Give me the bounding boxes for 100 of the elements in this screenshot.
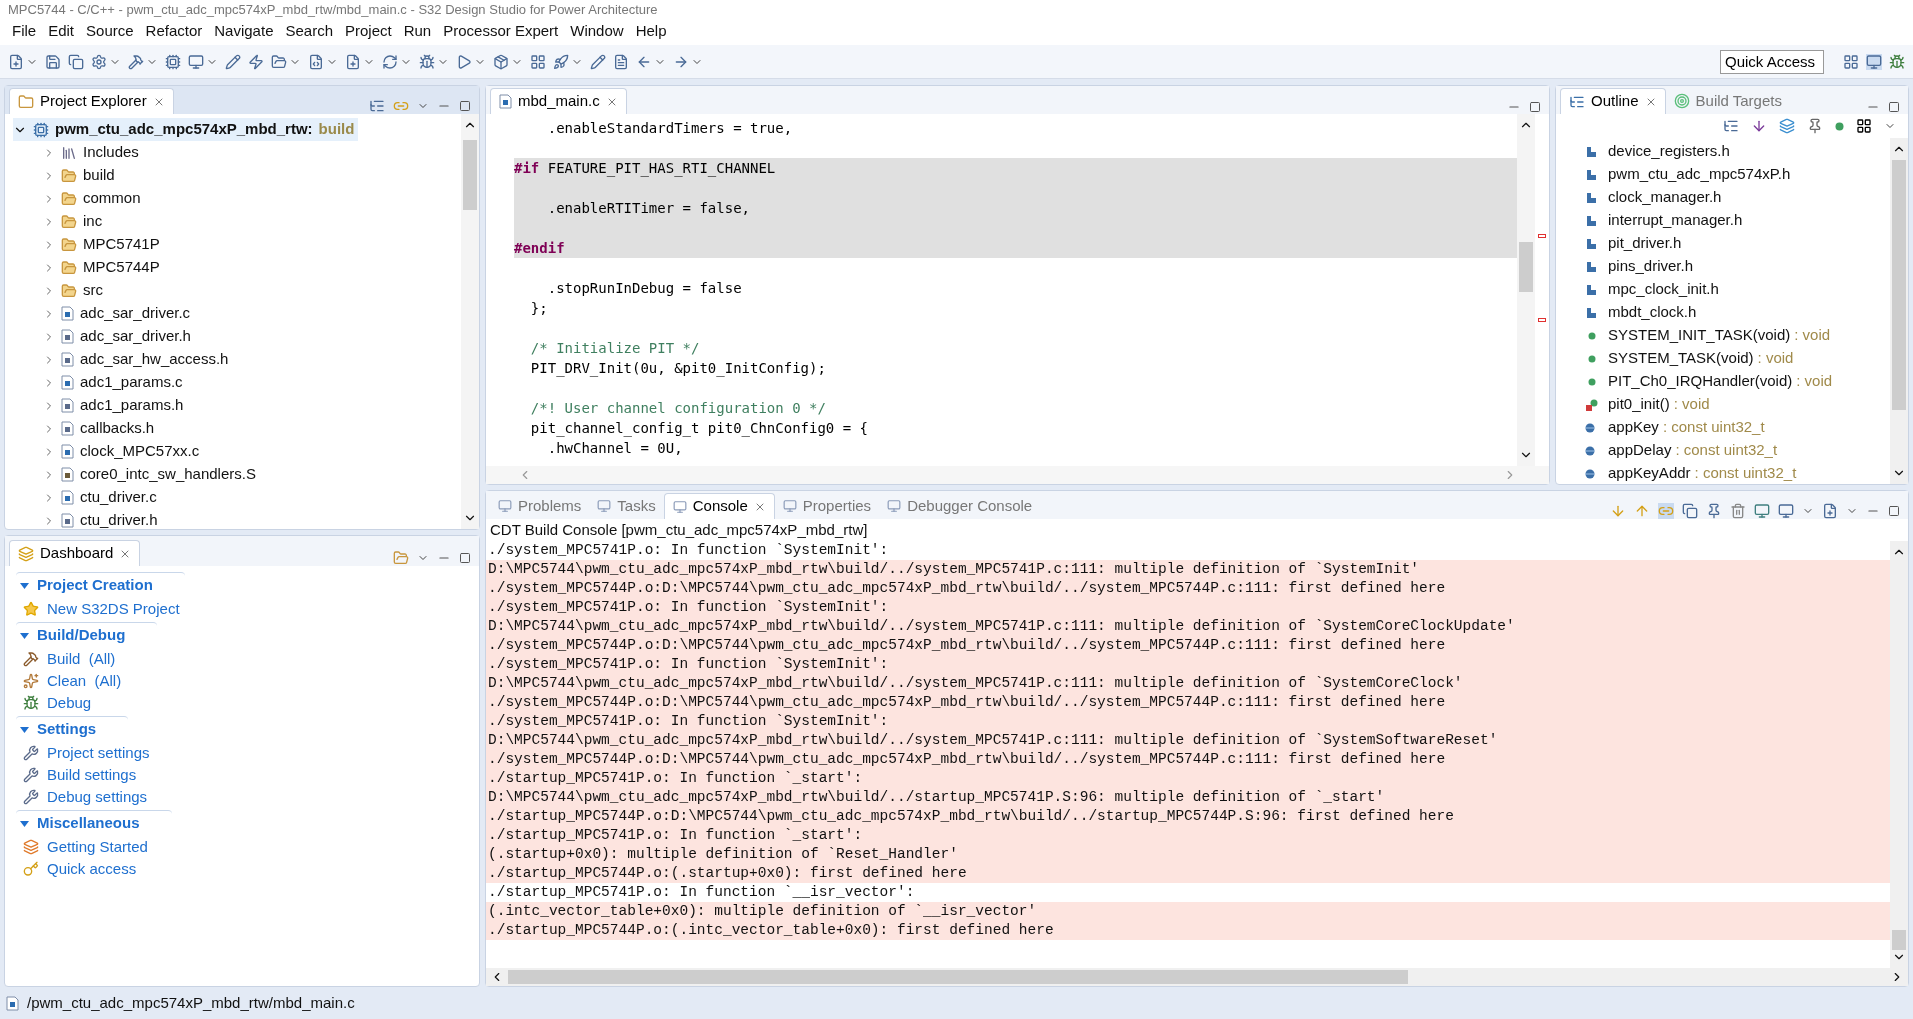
tree-item[interactable]: callbacks.h [80,417,155,440]
section-title[interactable]: Build/Debug [37,624,126,647]
rocket-icon[interactable] [553,53,569,70]
error-marker[interactable] [1538,234,1546,238]
scroll-thumb[interactable] [1519,242,1533,292]
dashboard-link[interactable]: Debug settings [47,785,148,809]
menu-item[interactable]: Source [80,20,140,43]
clear-icon[interactable] [1730,503,1746,519]
menu-item[interactable]: Edit [42,20,81,43]
view-tab[interactable]: Tasks [589,493,664,519]
outline-item[interactable]: interrupt_manager.h [1608,209,1743,232]
scrollbar[interactable] [461,114,479,529]
view-tab[interactable]: Properties [774,493,880,519]
chip-icon[interactable] [165,53,181,70]
new-file-icon[interactable] [8,53,24,70]
section-title[interactable]: Settings [37,718,97,741]
tree-item[interactable]: core0_intc_sw_handlers.S [80,463,256,486]
outline-item[interactable]: appDelay [1608,439,1672,462]
folder-icon[interactable] [271,53,287,70]
perspective-icon[interactable] [1843,53,1859,70]
outline-item[interactable]: pwm_ctu_adc_mpc574xP.h [1608,163,1791,186]
new-console-icon[interactable] [1822,503,1838,519]
scroll-thumb[interactable] [1892,160,1906,410]
error-marker[interactable] [1538,318,1546,322]
menu-item[interactable]: Search [279,20,339,43]
gear-icon[interactable] [91,53,107,70]
outline-item[interactable]: appKeyAddr [1608,462,1691,485]
view-tab[interactable]: Dashboard [9,540,141,566]
dashboard-link[interactable]: Build settings [47,763,137,787]
package-icon[interactable] [493,53,509,70]
tree-item[interactable]: Includes [83,141,139,164]
tree-item[interactable]: build [83,164,115,187]
view-tab[interactable]: mbd_main.c [490,88,627,114]
outline-item[interactable]: mpc_clock_init.h [1608,278,1719,301]
run-icon[interactable] [456,53,472,70]
section-toggle-icon[interactable] [20,582,29,589]
tree-item[interactable]: src [83,279,103,302]
outline-item[interactable]: clock_manager.h [1608,186,1722,209]
section-toggle-icon[interactable] [20,726,29,733]
tree-item[interactable]: MPC5741P [83,233,160,256]
tree-item[interactable]: ctu_driver.h [80,509,158,532]
section-toggle-icon[interactable] [20,820,29,827]
code-file-icon[interactable] [308,53,324,70]
collapse-all-icon[interactable] [1723,118,1739,134]
scrollbar[interactable] [1890,138,1908,484]
outline-item[interactable]: PIT_Ch0_IRQHandler(void) [1608,370,1793,393]
scroll-thumb[interactable] [508,970,1408,984]
maximize-icon[interactable] [1888,505,1900,517]
maximize-icon[interactable] [459,552,471,564]
tree-item[interactable]: ctu_driver.c [80,486,157,509]
outline-item[interactable]: pins_driver.h [1608,255,1694,278]
view-tab[interactable]: Project Explorer [9,88,174,114]
maximize-icon[interactable] [1888,101,1900,113]
monitor-icon[interactable] [188,53,204,70]
refresh-icon[interactable] [382,53,398,70]
menu-item[interactable]: Window [564,20,630,43]
pin-icon[interactable] [1706,503,1722,519]
maximize-icon[interactable] [459,100,471,112]
menu-item[interactable]: File [6,20,43,43]
dot-icon[interactable] [1835,121,1844,131]
view-tab[interactable]: Debugger Console [879,493,1041,519]
menu-item[interactable]: Project [339,20,398,43]
pencil-icon[interactable] [225,53,241,70]
hammer-icon[interactable] [128,53,144,70]
tree-item[interactable]: adc1_params.c [80,371,183,394]
outline-item[interactable]: appKey [1608,416,1659,439]
view-tab[interactable]: Build Targets [1665,88,1790,114]
outline-item[interactable]: pit0_init() [1608,393,1670,416]
tree-item[interactable]: adc_sar_hw_access.h [80,348,229,371]
scrollbar[interactable] [1890,541,1908,968]
copy-icon[interactable] [1682,503,1698,519]
dashboard-link[interactable]: Getting Started [47,835,148,859]
bug-icon[interactable] [419,53,435,70]
scroll-thumb[interactable] [1892,930,1906,950]
sort-icon[interactable] [1751,118,1767,134]
section-title[interactable]: Miscellaneous [37,812,140,835]
tree-item[interactable]: adc_sar_driver.h [80,325,191,348]
section-toggle-icon[interactable] [20,632,29,639]
view-tab[interactable]: Problems [490,493,590,519]
scrollbar[interactable] [1517,114,1535,466]
dashboard-link[interactable]: Clean (All) [47,669,122,693]
view-tab[interactable]: Console [663,493,775,519]
menu-item[interactable]: Run [397,20,438,43]
import-icon[interactable] [393,550,409,566]
tree-item[interactable]: common [83,187,141,210]
lightning-icon[interactable] [248,53,264,70]
menu-item[interactable]: Navigate [208,20,280,43]
tree-item[interactable]: pwm_ctu_adc_mpc574xP_mbd_rtw: [55,118,313,141]
horizontal-scrollbar[interactable] [486,968,1908,986]
tree-item[interactable]: clock_MPC57xx.c [80,440,200,463]
tree-item[interactable]: inc [83,210,103,233]
maximize-icon[interactable] [1529,101,1541,113]
tree-item[interactable]: adc1_params.h [80,394,184,417]
menu-item[interactable]: Processor Expert [437,20,565,43]
outline-item[interactable]: SYSTEM_TASK(void) [1608,347,1754,370]
scroll-thumb[interactable] [463,140,477,210]
grid-icon[interactable] [530,53,546,70]
dashboard-link[interactable]: Project settings [47,741,150,765]
outline-item[interactable]: SYSTEM_INIT_TASK(void) [1608,324,1791,347]
tree-item[interactable]: MPC5744P [83,256,160,279]
